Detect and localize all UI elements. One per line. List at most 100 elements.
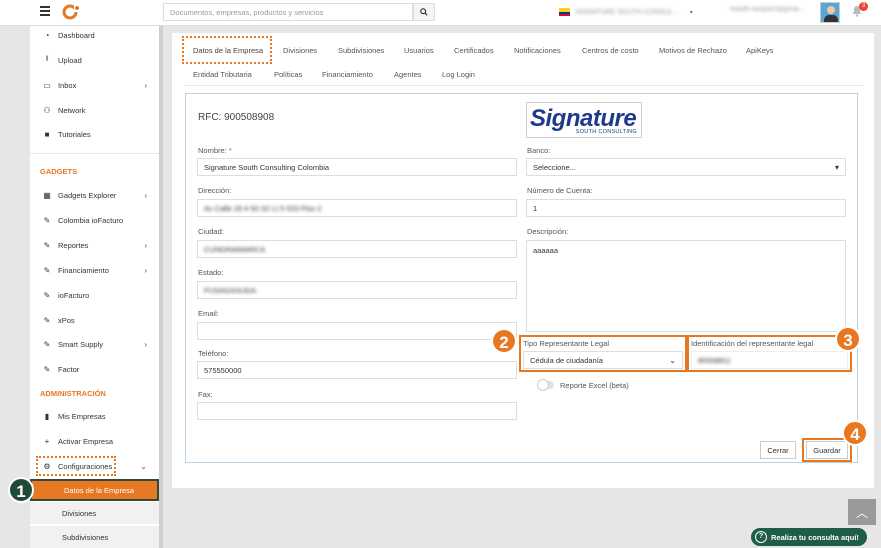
- user-email[interactable]: maultl.vasquez@gmai...: [730, 6, 812, 13]
- tab-datos-empresa[interactable]: Datos de la Empresa: [193, 46, 263, 55]
- tab-centros-costo[interactable]: Centros de costo: [582, 46, 639, 55]
- app-logo[interactable]: [62, 3, 80, 21]
- sidebar-item-colombia-iofacturo[interactable]: ✎ Colombia ioFacturo: [30, 208, 159, 232]
- ciudad-label: Ciudad:: [198, 227, 224, 236]
- tab-financiamiento[interactable]: Financiamiento: [322, 70, 373, 79]
- sidebar-scrollbar[interactable]: [159, 26, 163, 548]
- plug-icon: ✎: [43, 215, 51, 225]
- sidebar-item-mis-empresas[interactable]: ▮ Mis Empresas: [30, 404, 159, 428]
- tab-notificaciones[interactable]: Notificaciones: [514, 46, 561, 55]
- building-icon: ▮: [44, 411, 50, 421]
- sidebar-item-network[interactable]: ⚇ Network: [30, 98, 159, 122]
- help-chat-button[interactable]: ? Realiza tu consulta aquí!: [751, 528, 867, 546]
- tabs-divider: [184, 85, 864, 86]
- tab-divisiones[interactable]: Divisiones: [283, 46, 317, 55]
- chevron-right-icon: ›: [144, 80, 147, 90]
- chevron-down-icon: ⌄: [669, 356, 676, 365]
- colombia-flag-icon: [559, 8, 570, 16]
- estado-field[interactable]: FUSAGASUGA: [197, 281, 517, 299]
- cuenta-field[interactable]: 1: [526, 199, 846, 217]
- tab-apikeys[interactable]: ApiKeys: [746, 46, 774, 55]
- descripcion-textarea[interactable]: aaaaaa: [526, 240, 846, 332]
- sidebar-item-dashboard[interactable]: ◔ Dashboard: [30, 23, 159, 47]
- plug-icon: ✎: [43, 315, 51, 325]
- sidebar-item-activar-empresa[interactable]: + Activar Empresa: [30, 429, 159, 453]
- nombre-label: Nombre: *: [198, 146, 232, 155]
- caret-down-icon: ▾: [834, 163, 839, 172]
- chevron-down-icon: ⌄: [140, 461, 147, 471]
- tipo-representante-select[interactable]: Cédula de ciudadanía ⌄: [523, 351, 683, 369]
- grid-icon: ▦: [43, 190, 51, 200]
- tab-log-login[interactable]: Log Login: [442, 70, 475, 79]
- search-icon: [420, 8, 428, 16]
- direccion-label: Dirección:: [198, 186, 232, 195]
- sidebar-item-smart-supply[interactable]: ✎ Smart Supply ›: [30, 332, 159, 356]
- company-name: SIGNATURE SOUTH CONSUL...: [575, 8, 679, 16]
- annotation-badge-3: 3: [835, 326, 861, 352]
- video-icon: ■: [44, 129, 50, 139]
- sidebar-subitem-datos-empresa[interactable]: Datos de la Empresa: [30, 479, 159, 501]
- chevron-right-icon: ›: [144, 190, 147, 200]
- tab-usuarios[interactable]: Usuarios: [404, 46, 434, 55]
- chevron-right-icon: ›: [144, 240, 147, 250]
- banco-label: Banco:: [527, 146, 551, 155]
- sidebar-item-gadgets-explorer[interactable]: ▦ Gadgets Explorer ›: [30, 183, 159, 207]
- tab-subdivisiones[interactable]: Subdivisiones: [338, 46, 384, 55]
- plug-icon: ✎: [43, 240, 51, 250]
- sidebar-subitem-divisiones[interactable]: Divisiones: [30, 502, 159, 524]
- scroll-to-top-button[interactable]: ︿: [848, 499, 876, 525]
- sidebar-item-iofacturo[interactable]: ✎ ioFacturo: [30, 283, 159, 307]
- section-title-administracion: ADMINISTRACIÓN: [40, 389, 106, 398]
- reporte-excel-toggle[interactable]: [537, 379, 554, 391]
- sidebar-item-reportes[interactable]: ✎ Reportes ›: [30, 233, 159, 257]
- search-input[interactable]: Documentos, empresas, productos y servic…: [163, 3, 413, 21]
- tab-politicas[interactable]: Políticas: [274, 70, 302, 79]
- email-label: Email:: [198, 309, 219, 318]
- company-selector[interactable]: SIGNATURE SOUTH CONSUL... ▾: [555, 3, 720, 21]
- fax-label: Fax:: [198, 390, 213, 399]
- sidebar-item-factor[interactable]: ✎ Factor: [30, 357, 159, 381]
- ciudad-field[interactable]: CUNDINAMARCA: [197, 240, 517, 258]
- sidebar-item-upload[interactable]: ⭱ Upload: [30, 48, 159, 72]
- chevron-up-icon: ︿: [855, 505, 868, 520]
- avatar[interactable]: [820, 2, 840, 23]
- divider: [30, 153, 159, 154]
- sidebar: ◔ Dashboard ⭱ Upload ▭ Inbox › ⚇ Network ■ Tut…: [30, 26, 159, 548]
- identificacion-field[interactable]: 80508811: [691, 351, 848, 369]
- reporte-excel-label: Reporte Excel (beta): [560, 381, 629, 390]
- plug-icon: ✎: [43, 265, 51, 275]
- plug-icon: ✎: [43, 339, 51, 349]
- sidebar-item-financiamiento[interactable]: ✎ Financiamiento ›: [30, 258, 159, 282]
- cerrar-button[interactable]: Cerrar: [760, 441, 796, 459]
- annotation-badge-4: 4: [842, 420, 868, 446]
- nombre-field[interactable]: Signature South Consulting Colombia: [197, 158, 517, 176]
- company-logo: Signature SOUTH CONSULTING: [526, 102, 642, 138]
- sidebar-item-tutoriales[interactable]: ■ Tutoriales: [30, 122, 159, 146]
- sidebar-item-configuraciones[interactable]: ⚙ Configuraciones ⌄: [30, 454, 159, 478]
- question-icon: ?: [755, 531, 767, 543]
- search-button[interactable]: [413, 3, 435, 21]
- chevron-right-icon: ›: [144, 339, 147, 349]
- email-field[interactable]: [197, 322, 517, 340]
- tab-entidad-tributaria[interactable]: Entidad Tributaria: [193, 70, 252, 79]
- banco-select[interactable]: Seleccione... ▾: [526, 158, 846, 176]
- annotation-badge-1: 1: [8, 477, 34, 503]
- sidebar-subitem-subdivisiones[interactable]: Subdivisiones: [30, 526, 159, 548]
- descripcion-label: Descripción:: [527, 227, 569, 236]
- menu-icon[interactable]: [40, 6, 50, 16]
- section-title-gadgets: GADGETS: [40, 167, 78, 176]
- rfc-label: RFC: 900508908: [198, 112, 275, 123]
- sidebar-item-inbox[interactable]: ▭ Inbox ›: [30, 73, 159, 97]
- dashboard-icon: ◔: [44, 30, 50, 40]
- telefono-field[interactable]: 575550000: [197, 361, 517, 379]
- telefono-label: Teléfono:: [198, 349, 229, 358]
- fax-field[interactable]: [197, 402, 517, 420]
- tab-certificados[interactable]: Certificados: [454, 46, 494, 55]
- identificacion-label: Identificación del representante legal: [691, 339, 814, 348]
- direccion-field[interactable]: Av Calle 26 # 92-32 Lt 5 IO3 Piso 2: [197, 199, 517, 217]
- guardar-button[interactable]: Guardar: [806, 441, 848, 459]
- chevron-down-icon: ▾: [689, 9, 693, 16]
- sidebar-item-xpos[interactable]: ✎ xPos: [30, 308, 159, 332]
- tab-agentes[interactable]: Agentes: [394, 70, 422, 79]
- tab-motivos-rechazo[interactable]: Motivos de Rechazo: [659, 46, 727, 55]
